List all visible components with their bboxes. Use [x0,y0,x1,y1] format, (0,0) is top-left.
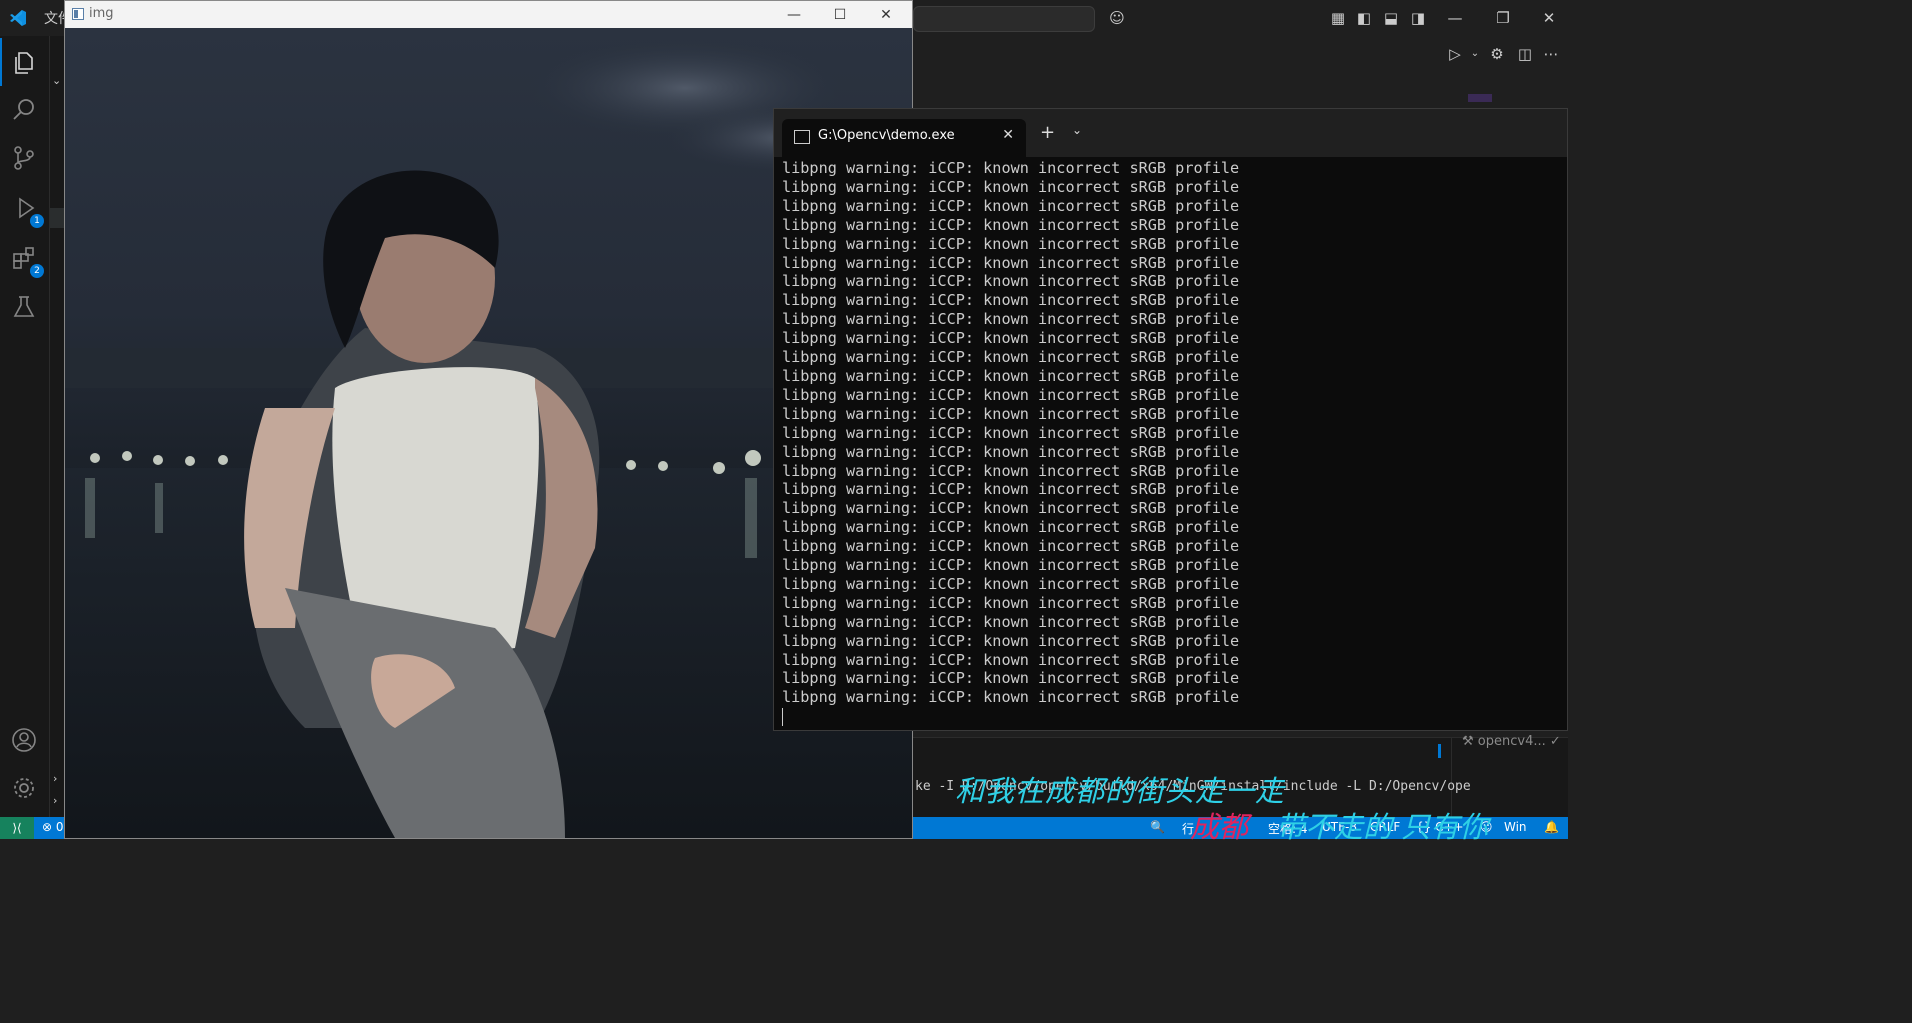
extensions-icon[interactable]: 2 [10,244,44,278]
activity-bar: 1 2 [0,36,50,817]
terminal-line: libpng warning: iCCP: known incorrect sR… [782,272,1240,291]
new-tab-button[interactable]: + [1040,122,1055,143]
window-close-icon[interactable]: ✕ [1538,7,1560,29]
layout-customize-icon[interactable]: ▦ [1327,7,1349,29]
vscode-logo-icon [10,10,26,26]
panel-scroll-marker [1438,744,1441,758]
run-debug-badge: 1 [30,214,44,228]
terminal-line: libpng warning: iCCP: known incorrect sR… [782,253,1240,272]
terminal-line: libpng warning: iCCP: known incorrect sR… [782,442,1240,461]
copilot-icon[interactable]: ☺ [1106,7,1128,29]
run-dropdown-icon[interactable]: ⌄ [1464,43,1486,65]
close-icon[interactable]: ✕ [863,4,909,26]
split-editor-icon[interactable]: ◫ [1514,43,1536,65]
check-icon: ✓ [1545,734,1561,749]
settings-gear-icon[interactable] [10,774,38,802]
side-bar-edge: ⌄ › › [50,36,64,817]
image-window-titlebar[interactable]: img — ☐ ✕ [65,1,912,28]
terminal-line: libpng warning: iCCP: known incorrect sR… [782,499,1240,518]
terminal-line: libpng warning: iCCP: known incorrect sR… [782,385,1240,404]
terminal-line: libpng warning: iCCP: known incorrect sR… [782,650,1240,669]
tab-dropdown-icon[interactable]: ⌄ [1072,123,1082,137]
more-actions-icon[interactable]: ⋯ [1540,43,1562,65]
toggle-sidebar-icon[interactable]: ◧ [1353,7,1375,29]
terminal-line: libpng warning: iCCP: known incorrect sR… [782,612,1240,631]
status-errors[interactable]: ⊗ 0 [42,820,64,834]
panel-task-item[interactable]: ⚒ opencv4... ✓ [1462,734,1561,749]
terminal-tab[interactable]: G:\Opencv\demo.exe ✕ [782,119,1026,157]
console-icon [794,130,810,144]
minimap [1468,94,1492,102]
chevron-right-icon[interactable]: › [53,772,57,785]
terminal-line: libpng warning: iCCP: known incorrect sR… [782,669,1240,688]
lyric-line-2: 带不走的 只有你 [1276,810,1489,844]
notifications-bell-icon[interactable]: 🔔 [1544,820,1559,834]
toggle-panel-icon[interactable]: ⬓ [1380,7,1402,29]
terminal-line: libpng warning: iCCP: known incorrect sR… [782,518,1240,537]
testing-icon[interactable] [10,293,38,321]
terminal-line: libpng warning: iCCP: known incorrect sR… [782,177,1240,196]
terminal-line: libpng warning: iCCP: known incorrect sR… [782,196,1240,215]
terminal-line: libpng warning: iCCP: known incorrect sR… [782,574,1240,593]
terminal-line: libpng warning: iCCP: known incorrect sR… [782,215,1240,234]
tools-icon: ⚒ [1462,734,1478,749]
window-minimize-icon[interactable]: — [1444,7,1466,29]
terminal-line: libpng warning: iCCP: known incorrect sR… [782,348,1240,367]
maximize-icon[interactable]: ☐ [817,4,863,26]
minimize-icon[interactable]: — [771,4,817,26]
toggle-secondary-sidebar-icon[interactable]: ◨ [1407,7,1429,29]
status-os[interactable]: Win [1504,820,1527,834]
chevron-right-icon[interactable]: › [53,794,57,807]
app-icon [72,8,84,20]
terminal-output[interactable]: libpng warning: iCCP: known incorrect sR… [782,159,1567,730]
lyric-line-2-highlight: 成都 [1190,810,1249,844]
run-button-icon[interactable]: ▷ [1444,43,1466,65]
terminal-line: libpng warning: iCCP: known incorrect sR… [782,688,1240,707]
panel-task-label: opencv4... [1477,734,1546,749]
tab-close-icon[interactable]: ✕ [1002,127,1014,143]
terminal-line: libpng warning: iCCP: known incorrect sR… [782,366,1240,385]
accounts-icon[interactable] [10,726,38,754]
terminal-window[interactable]: G:\Opencv\demo.exe ✕ + ⌄ libpng warning:… [773,108,1568,731]
search-icon[interactable] [10,96,38,124]
command-center[interactable] [913,6,1095,32]
terminal-line: libpng warning: iCCP: known incorrect sR… [782,537,1240,556]
terminal-line: libpng warning: iCCP: known incorrect sR… [782,159,1240,177]
gear-icon[interactable]: ⚙ [1486,43,1508,65]
window-restore-icon[interactable]: ❐ [1492,7,1514,29]
terminal-line: libpng warning: iCCP: known incorrect sR… [782,310,1240,329]
terminal-line: libpng warning: iCCP: known incorrect sR… [782,329,1240,348]
explorer-icon[interactable] [10,48,38,76]
terminal-line: libpng warning: iCCP: known incorrect sR… [782,480,1240,499]
zoom-icon[interactable]: 🔍 [1150,820,1165,834]
terminal-line: libpng warning: iCCP: known incorrect sR… [782,593,1240,612]
terminal-line: libpng warning: iCCP: known incorrect sR… [782,461,1240,480]
chevron-down-icon[interactable]: ⌄ [52,74,61,87]
source-control-icon[interactable] [10,144,38,172]
image-window-title: img [89,6,114,21]
terminal-line: libpng warning: iCCP: known incorrect sR… [782,423,1240,442]
terminal-cursor [782,707,783,726]
sidebar-selected-row [50,208,64,228]
terminal-line: libpng warning: iCCP: known incorrect sR… [782,291,1240,310]
active-indicator [0,38,2,86]
terminal-line: libpng warning: iCCP: known incorrect sR… [782,631,1240,650]
editor-title-bar: ▷ ⌄ ⚙ ◫ ⋯ [913,36,1568,72]
run-debug-icon[interactable]: 1 [10,194,44,228]
terminal-lines: libpng warning: iCCP: known incorrect sR… [782,159,1567,707]
remote-indicator-icon[interactable]: ⟩⟨ [0,817,34,839]
terminal-tabbar: G:\Opencv\demo.exe ✕ + ⌄ [774,109,1567,157]
extensions-badge: 2 [30,264,44,278]
terminal-line: libpng warning: iCCP: known incorrect sR… [782,234,1240,253]
terminal-tab-title: G:\Opencv\demo.exe [818,128,955,143]
terminal-line: libpng warning: iCCP: known incorrect sR… [782,404,1240,423]
terminal-line: libpng warning: iCCP: known incorrect sR… [782,556,1240,575]
